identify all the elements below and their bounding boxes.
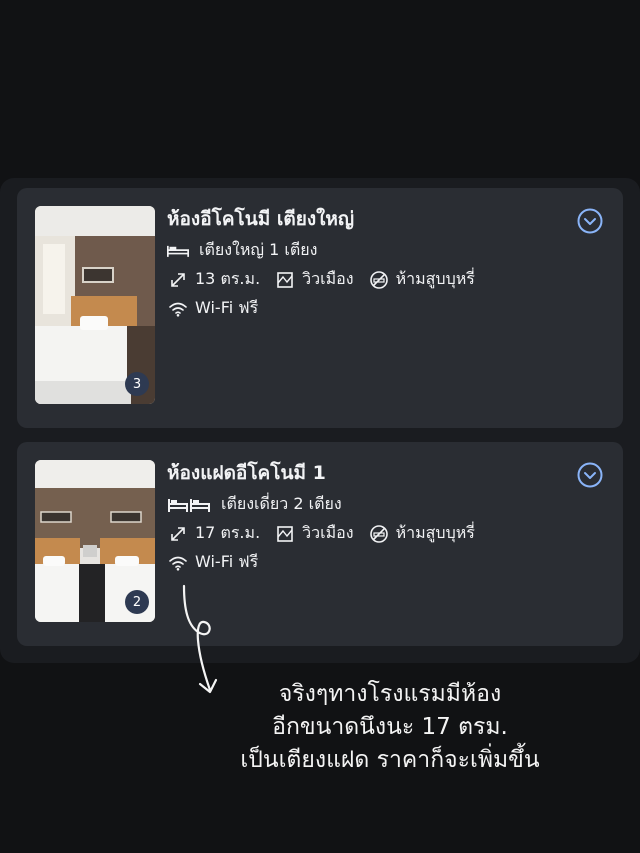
annotation-line: จริงๆทางโรงแรมมีห้อง [278, 681, 502, 707]
wifi-text: Wi-Fi ฟรี [195, 298, 259, 317]
no-smoking-icon [368, 270, 390, 289]
features-row: 13 ตร.ม. วิวเมือง ห้ามสูบบุหรี่ [167, 265, 573, 294]
twin-beds-icon [167, 496, 211, 514]
bed-row: เตียงเดี่ยว 2 เตียง [167, 490, 573, 519]
no-smoking-icon [368, 524, 390, 543]
annotation-note: จริงๆทางโรงแรมมีห้อง อีกขนาดนึงนะ 17 ตรม… [190, 678, 590, 777]
wifi-icon [167, 300, 189, 318]
room-card[interactable]: 3 ห้องอีโคโนมี เตียงใหญ่ เตียงใหญ่ 1 เตี… [17, 188, 623, 428]
room-size-icon [167, 525, 189, 543]
annotation-line: อีกขนาดนึงนะ 17 ตรม. [272, 714, 508, 740]
room-photo[interactable]: 3 [35, 206, 155, 404]
wifi-text: Wi-Fi ฟรี [195, 552, 259, 571]
expand-chevron-icon[interactable] [577, 462, 603, 488]
smoking-text: ห้ามสูบบุหรี่ [395, 269, 475, 288]
wifi-row: Wi-Fi ฟรี [167, 548, 573, 577]
annotation-line: เป็นเตียงแฝด ราคาก็จะเพิ่มขึ้น [240, 747, 540, 773]
bed-text: เตียงใหญ่ 1 เตียง [199, 240, 318, 259]
room-size-text: 17 ตร.ม. [195, 523, 261, 542]
room-size-text: 13 ตร.ม. [195, 269, 261, 288]
room-photo[interactable]: 2 [35, 460, 155, 622]
photo-count-badge: 2 [125, 590, 149, 614]
features-row: 17 ตร.ม. วิวเมือง ห้ามสูบบุหรี่ [167, 519, 573, 548]
wifi-icon [167, 554, 189, 572]
room-card[interactable]: 2 ห้องแฝดอีโคโนมี 1 เตียงเดี่ยว 2 เตียง … [17, 442, 623, 646]
room-name: ห้องอีโคโนมี เตียงใหญ่ [167, 208, 355, 230]
double-bed-icon [167, 242, 189, 260]
bed-text: เตียงเดี่ยว 2 เตียง [221, 494, 342, 513]
city-view-icon [274, 271, 296, 289]
city-view-icon [274, 525, 296, 543]
smoking-text: ห้ามสูบบุหรี่ [395, 523, 475, 542]
view-text: วิวเมือง [302, 523, 354, 542]
photo-count-badge: 3 [125, 372, 149, 396]
wifi-row: Wi-Fi ฟรี [167, 294, 573, 323]
room-name: ห้องแฝดอีโคโนมี 1 [167, 462, 326, 484]
bed-row: เตียงใหญ่ 1 เตียง [167, 236, 573, 265]
view-text: วิวเมือง [302, 269, 354, 288]
expand-chevron-icon[interactable] [577, 208, 603, 234]
room-size-icon [167, 271, 189, 289]
